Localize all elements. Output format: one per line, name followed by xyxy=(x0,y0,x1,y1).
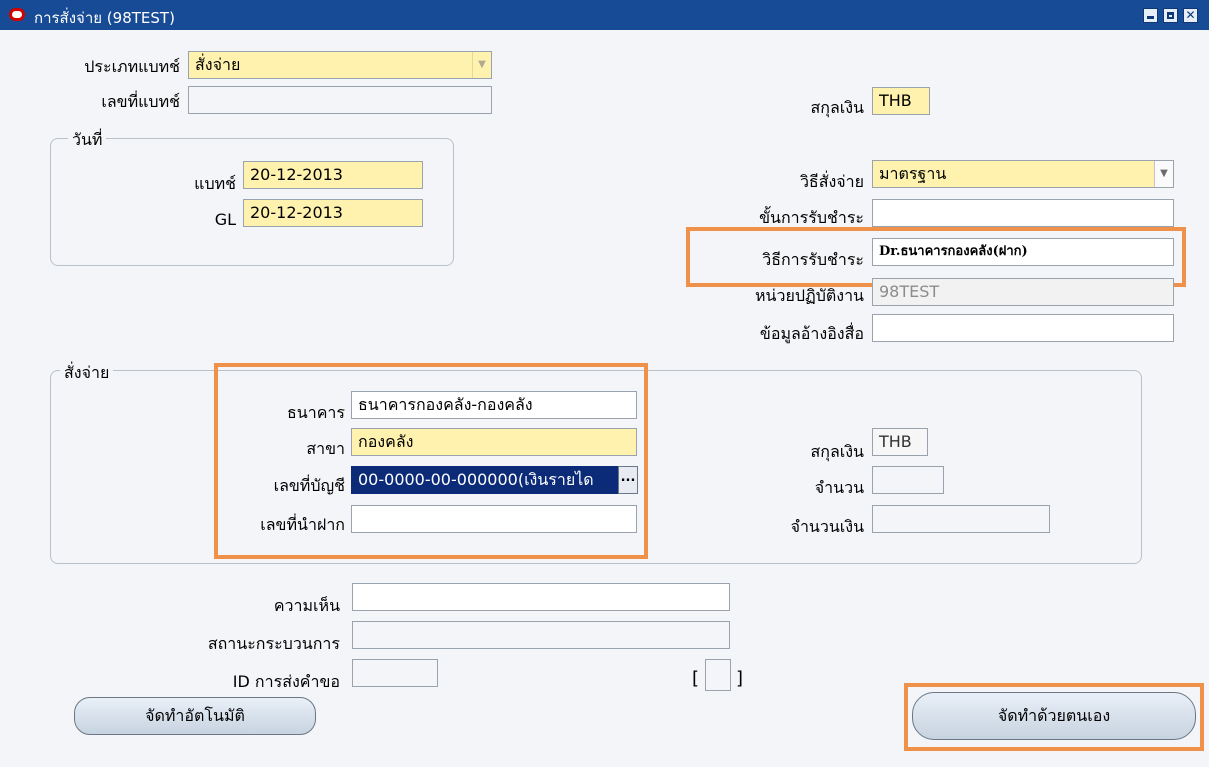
auto-create-button[interactable]: จัดทำอัตโนมัติ xyxy=(74,697,316,735)
oracle-icon xyxy=(9,8,25,21)
date-group-title: วันที่ xyxy=(68,128,107,153)
batch-date-label: แบทช์ xyxy=(194,174,236,193)
payment-method-value: มาตรฐาน xyxy=(879,164,947,183)
doc-type-value: สั่งจ่าย xyxy=(195,55,241,74)
bracket-open: [ xyxy=(692,668,700,689)
minimize-icon[interactable] xyxy=(1143,8,1158,23)
pay-currency-field: THB xyxy=(872,428,928,456)
pay-currency-label: สกุลเงิน xyxy=(810,442,864,461)
bracket-close: ] xyxy=(736,668,744,689)
process-status-label: สถานะกระบวนการ xyxy=(207,634,340,653)
currency-field[interactable]: THB xyxy=(872,87,930,115)
operating-unit-label: หน่วยปฏิบัติงาน xyxy=(754,286,864,305)
maximize-icon[interactable] xyxy=(1163,8,1178,23)
amount-field xyxy=(872,505,1050,533)
media-reference-field[interactable] xyxy=(872,314,1174,342)
batch-date-field[interactable]: 20-12-2013 xyxy=(243,161,423,189)
operating-unit-field: 98TEST xyxy=(872,278,1174,306)
doc-type-select[interactable]: สั่งจ่าย ▼ xyxy=(188,51,492,79)
doc-no-field xyxy=(188,86,492,114)
doc-no-label: เลขที่แบทช์ xyxy=(101,92,180,111)
count-field xyxy=(872,466,944,494)
manual-create-button[interactable]: จัดทำด้วยตนเอง xyxy=(912,692,1196,740)
process-status-field xyxy=(352,621,730,649)
chevron-down-icon[interactable]: ▼ xyxy=(1154,161,1173,187)
gl-date-field[interactable]: 20-12-2013 xyxy=(243,199,423,227)
gl-date-label: GL xyxy=(214,210,236,229)
close-icon[interactable]: ✕ xyxy=(1183,8,1198,23)
media-reference-label: ข้อมูลอ้างอิงสื่อ xyxy=(759,324,864,343)
window-titlebar[interactable]: การสั่งจ่าย (98TEST) ✕ xyxy=(0,0,1209,30)
comment-field[interactable] xyxy=(352,583,730,611)
bank-highlight xyxy=(214,363,648,559)
window-title: การสั่งจ่าย (98TEST) xyxy=(34,9,175,27)
request-id-field xyxy=(352,659,438,687)
count-label: จำนวน xyxy=(814,478,864,497)
pay-group-title: สั่งจ่าย xyxy=(60,361,114,386)
flag-checkbox[interactable] xyxy=(705,659,731,691)
receipt-step-field[interactable] xyxy=(872,199,1174,227)
payment-method-select[interactable]: มาตรฐาน ▼ xyxy=(872,160,1174,188)
payment-method-label: วิธีสั่งจ่าย xyxy=(799,172,864,191)
doc-type-label: ประเภทแบทช์ xyxy=(84,57,180,76)
comment-label: ความเห็น xyxy=(273,596,340,615)
request-id-label: ID การส่งคำขอ xyxy=(232,672,340,691)
currency-label: สกุลเงิน xyxy=(810,98,864,117)
chevron-down-icon[interactable]: ▼ xyxy=(472,52,491,78)
amount-label: จำนวนเงิน xyxy=(790,517,864,536)
